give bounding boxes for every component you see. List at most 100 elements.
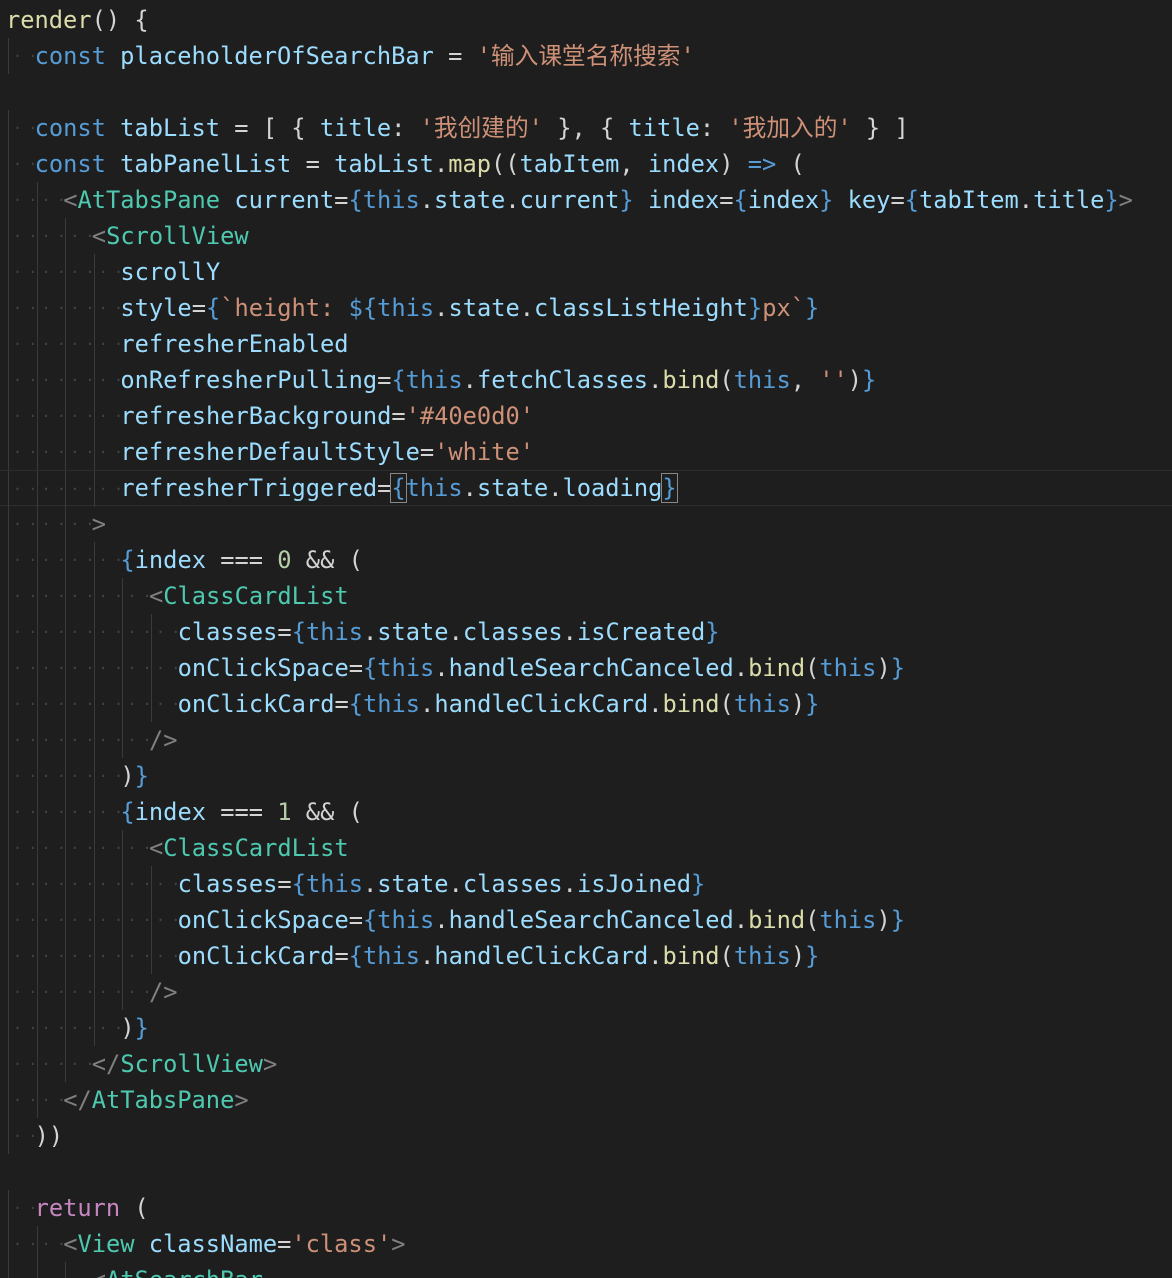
- whitespace-marker: ··: [70, 839, 101, 857]
- code-token: && (: [291, 546, 363, 574]
- code-line[interactable]: ·· ·· ·· ·· ·· ·· classes={this.state.classes.…: [0, 866, 1172, 902]
- indent-guide: [8, 398, 9, 434]
- whitespace-marker: ··: [13, 263, 44, 281]
- code-line[interactable]: ·· ·· ·· ·· ·· ·· onClickCard={this.handleClic…: [0, 686, 1172, 722]
- code-line[interactable]: ·· const placeholderOfSearchBar = '输入课堂名称…: [0, 38, 1172, 74]
- code-text: )}: [120, 758, 149, 794]
- whitespace-marker: ··: [98, 659, 130, 677]
- indent-guide: [65, 758, 67, 794]
- whitespace-marker: ··: [70, 803, 101, 821]
- whitespace-marker: ··: [98, 731, 130, 749]
- code-line[interactable]: ·· ·· ·· ·· ·· ·· onClickCard={this.handleClic…: [0, 938, 1172, 974]
- whitespace-marker: ··: [13, 1091, 44, 1109]
- code-line[interactable]: ·· ·· ·· >: [0, 506, 1172, 542]
- indent-guide: [65, 218, 67, 254]
- indent-guide: [93, 938, 95, 974]
- code-token: this: [362, 186, 420, 214]
- code-token: 'white': [434, 438, 534, 466]
- code-token: {: [904, 186, 919, 214]
- code-token: placeholderOfSearchBar: [120, 42, 434, 70]
- code-token: }: [134, 762, 149, 790]
- code-token: onClickCard: [177, 690, 335, 718]
- code-line-current[interactable]: ·· ·· ·· ·· refresherTriggered={this.state.l…: [0, 470, 1172, 507]
- code-line[interactable]: ·· ·· ·· ··)}: [0, 1010, 1172, 1046]
- code-line[interactable]: ·· ·· ·· ·· ·· <ClassCardList: [0, 830, 1172, 866]
- code-token: .: [434, 294, 449, 322]
- code-line[interactable]: ·· ·· ·· ·· ··/>: [0, 722, 1172, 758]
- code-line[interactable]: ·· ·· ·· ··)}: [0, 758, 1172, 794]
- code-line[interactable]: ·· ·· ·· ·· refresherEnabled: [0, 326, 1172, 362]
- code-token: <: [63, 186, 78, 214]
- code-token: ((: [491, 150, 520, 178]
- code-line[interactable]: ·· ·· ·· ·· scrollY: [0, 254, 1172, 290]
- code-token: '输入课堂名称搜索': [476, 42, 695, 70]
- indent-guide: [65, 471, 67, 507]
- code-token: .: [505, 186, 520, 214]
- code-token: this: [363, 690, 421, 718]
- code-line[interactable]: ·· ·· ·· ·· ·· <ClassCardList: [0, 578, 1172, 614]
- code-text: refresherBackground='#40e0d0': [120, 398, 534, 434]
- code-line[interactable]: ·· ·· ·· ·· ··/>: [0, 974, 1172, 1010]
- code-token: map: [448, 150, 491, 178]
- code-line[interactable]: ·· ·· ·· ·· refresherBackground='#40e0d0': [0, 398, 1172, 434]
- code-line[interactable]: ·· const tabList = [ { title: '我创建的' }, {…: [0, 110, 1172, 146]
- indent-guide: [8, 1046, 9, 1082]
- code-line[interactable]: ·· ·· ·· <ScrollView: [0, 218, 1172, 254]
- code-token: tabItem: [918, 186, 1019, 214]
- indent-guide: [36, 758, 38, 794]
- code-token: ScrollView: [106, 222, 249, 250]
- code-line[interactable]: ·· ·· <View className='class'>: [0, 1226, 1172, 1262]
- code-token: <: [91, 222, 107, 250]
- indent-guide: [93, 398, 95, 434]
- code-line[interactable]: [0, 1154, 1172, 1190]
- code-line[interactable]: ·· ·· </AtTabsPane>: [0, 1082, 1172, 1118]
- code-line[interactable]: ·· ·· ·· ·· {index === 1 && (: [0, 794, 1172, 830]
- code-token: this: [405, 474, 463, 502]
- indent-guide: [36, 1046, 38, 1082]
- code-line[interactable]: [0, 74, 1172, 110]
- code-line[interactable]: ··)): [0, 1118, 1172, 1154]
- indent-guide: [93, 686, 95, 722]
- code-token: =: [433, 42, 477, 70]
- whitespace-marker: ··: [13, 1262, 43, 1278]
- code-token: }, {: [542, 114, 629, 142]
- code-token: '我加入的': [728, 114, 852, 142]
- indent-guide: [65, 902, 67, 938]
- code-line[interactable]: ·· ·· ·· ·· style={`height: ${this.state.cla…: [0, 290, 1172, 326]
- code-token: =: [377, 366, 392, 394]
- code-line[interactable]: ·· ·· ·· ·· ·· ·· onClickSpace={this.handleSea…: [0, 902, 1172, 938]
- code-line[interactable]: ·· ·· ·· ·· ·· ·· classes={this.state.classes.…: [0, 614, 1172, 650]
- code-token: :: [391, 114, 420, 142]
- indent-guide: [151, 614, 152, 650]
- code-token: current: [234, 186, 335, 214]
- indent-guide: [8, 758, 9, 794]
- code-line[interactable]: ·· ·· ·· ·· ·· ·· onClickSpace={this.handleSea…: [0, 650, 1172, 686]
- whitespace-marker: ··: [13, 299, 44, 317]
- code-text: const tabPanelList = tabList.map((tabIte…: [35, 146, 805, 182]
- code-line[interactable]: ·· ·· ·· ·· refresherDefaultStyle='white': [0, 434, 1172, 470]
- code-line[interactable]: ·· ·· <AtTabsPane current={this.state.curr…: [0, 182, 1172, 218]
- code-line[interactable]: render() {: [0, 2, 1172, 38]
- code-token: =: [277, 870, 292, 898]
- indent-guide: [8, 434, 9, 470]
- code-token: AtSearchBar: [106, 1266, 263, 1278]
- code-line[interactable]: ·· return (: [0, 1190, 1172, 1226]
- code-line[interactable]: ·· ·· ·· </ScrollView>: [0, 1046, 1172, 1082]
- whitespace-marker: ··: [70, 695, 101, 713]
- indent-guide: [122, 650, 124, 686]
- code-token: =: [334, 186, 349, 214]
- code-line[interactable]: ······<AtSearchBar: [0, 1262, 1172, 1278]
- code-token: this: [733, 690, 791, 718]
- code-editor[interactable]: render() {·· const placeholderOfSearchBar…: [0, 0, 1172, 1278]
- code-line[interactable]: ·· ·· ·· ·· {index === 0 && (: [0, 542, 1172, 578]
- indent-guide: [8, 254, 9, 290]
- code-text: onClickCard={this.handleClickCard.bind(t…: [178, 938, 820, 974]
- code-line[interactable]: ·· const tabPanelList = tabList.map((tabI…: [0, 146, 1172, 182]
- whitespace-marker: ··: [41, 659, 73, 677]
- indent-guide: [36, 866, 38, 902]
- code-token: }: [747, 294, 763, 322]
- code-line[interactable]: ·· ·· ·· ·· onRefresherPulling={this.fetchCl…: [0, 362, 1172, 398]
- code-text: onClickCard={this.handleClickCard.bind(t…: [178, 686, 820, 722]
